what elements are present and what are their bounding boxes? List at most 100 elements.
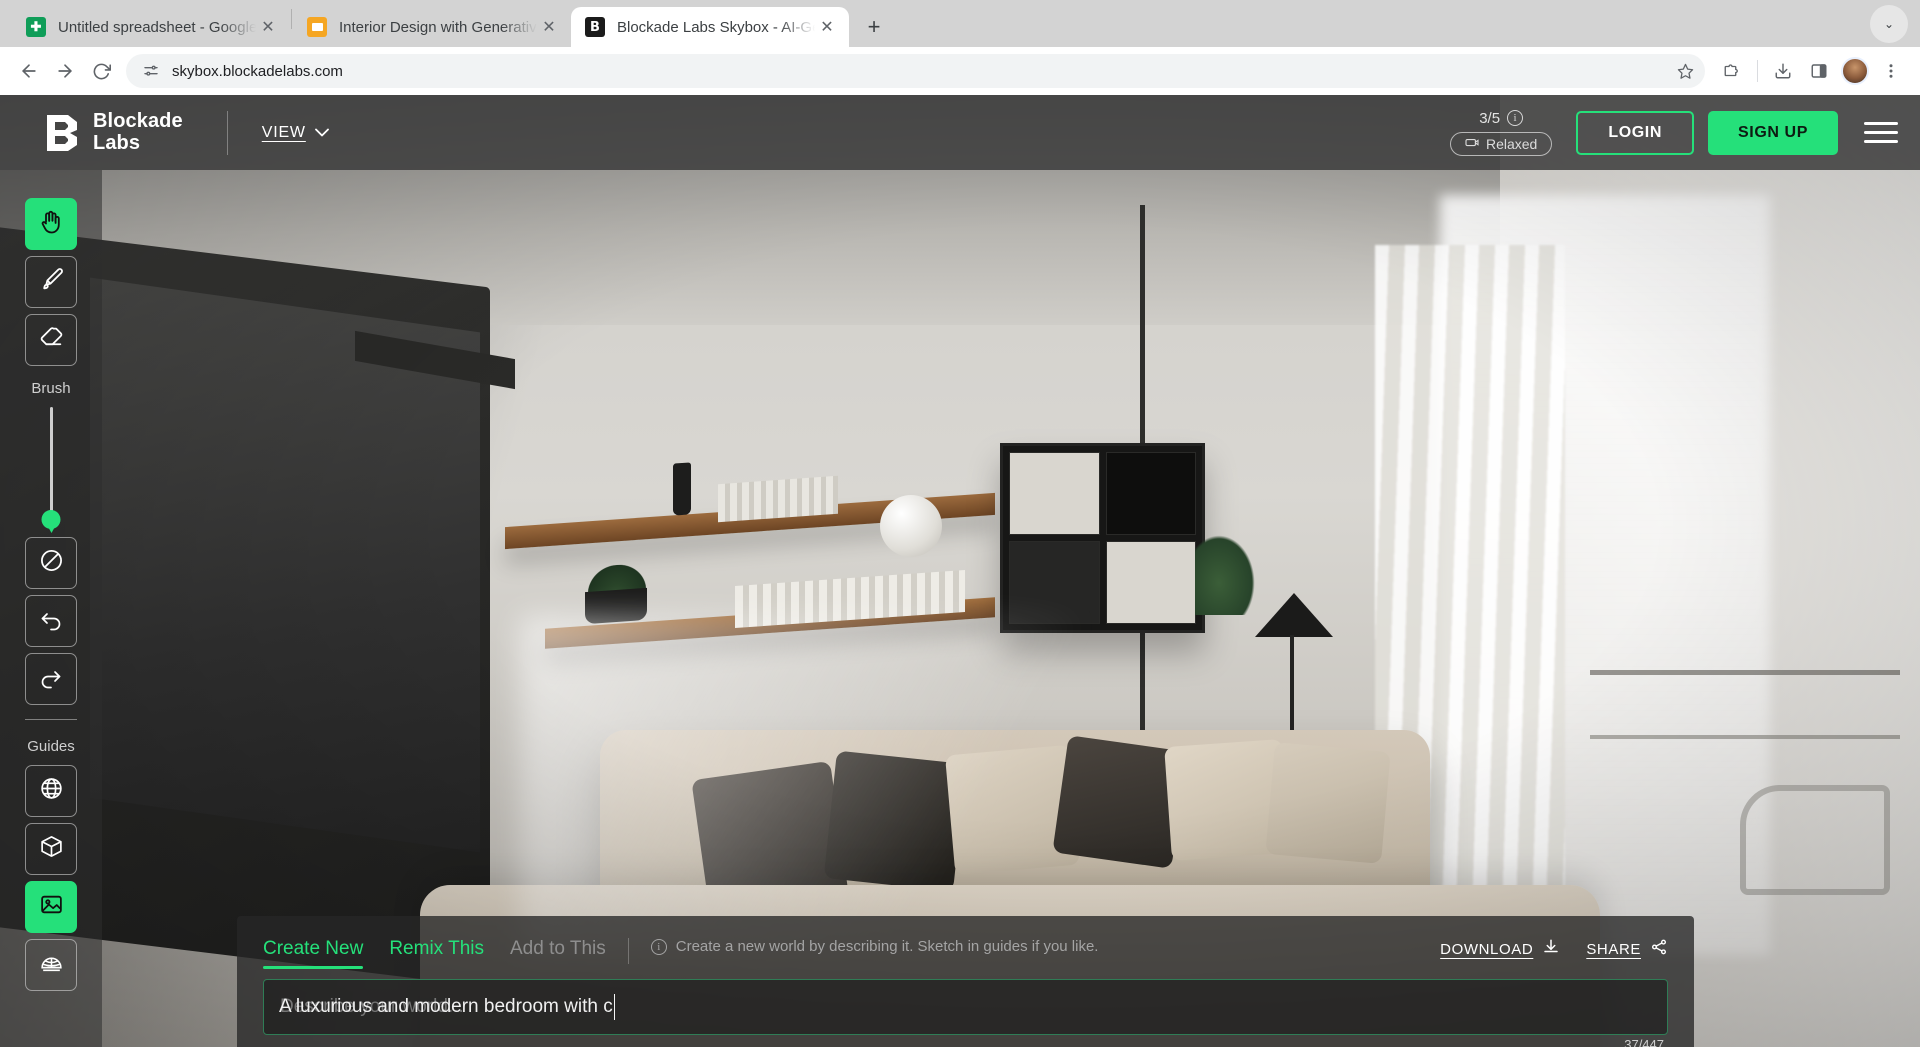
tab-remix-this[interactable]: Remix This (389, 938, 484, 969)
tab-title: Interior Design with Generative AI (339, 19, 537, 36)
window-minimize-button[interactable]: ⌄ (1870, 5, 1908, 43)
browser-toolbar: skybox.blockadelabs.com (0, 47, 1920, 95)
url-text: skybox.blockadelabs.com (172, 63, 1663, 80)
speed-icon (1465, 136, 1479, 152)
tab-close-icon[interactable]: ✕ (537, 15, 561, 39)
dome-guide[interactable] (25, 939, 77, 991)
paintbrush-icon (39, 267, 64, 297)
forward-arrow-icon[interactable] (48, 54, 82, 88)
slider-track (50, 407, 53, 517)
brush-size-label: Brush (31, 380, 70, 397)
side-panel-icon[interactable] (1802, 54, 1836, 88)
hamburger-bar (1864, 140, 1898, 143)
login-button[interactable]: LOGIN (1576, 111, 1694, 155)
orange-square-icon (307, 17, 327, 37)
slider-knob[interactable] (42, 510, 61, 529)
tab-create-new[interactable]: Create New (263, 938, 363, 969)
brush-tool[interactable] (25, 256, 77, 308)
address-bar[interactable]: skybox.blockadelabs.com (126, 54, 1705, 88)
view-label: VIEW (262, 124, 306, 142)
browser-tab-3[interactable]: Blockade Labs Skybox - AI-Generated 360 … (571, 7, 849, 47)
redo-tool[interactable] (25, 653, 77, 705)
signup-button[interactable]: SIGN UP (1708, 111, 1838, 155)
clear-tool[interactable] (25, 537, 77, 589)
three-dot-menu-icon[interactable] (1874, 54, 1908, 88)
back-arrow-icon[interactable] (12, 54, 46, 88)
cube-guide[interactable] (25, 823, 77, 875)
sphere-guide[interactable] (25, 765, 77, 817)
globe-icon (39, 776, 64, 806)
star-icon[interactable] (1671, 57, 1699, 85)
no-entry-icon (39, 548, 64, 578)
toolbar-separator (1757, 60, 1758, 82)
new-tab-button[interactable]: + (857, 10, 891, 44)
download-icon (1542, 938, 1560, 960)
view-dropdown[interactable]: VIEW (262, 124, 329, 142)
prompt-panel: Create New Remix This Add to This i Crea… (237, 916, 1694, 1047)
share-button[interactable]: SHARE (1586, 938, 1668, 960)
tab-title: Untitled spreadsheet - Google Sheets (58, 19, 256, 36)
brand-line-2: Labs (93, 132, 140, 154)
hamburger-menu-icon[interactable] (1864, 122, 1898, 143)
app-header: Blockade Labs VIEW 3/5 i Relaxed (0, 95, 1920, 170)
chevron-down-icon (315, 124, 329, 142)
site-settings-icon[interactable] (138, 58, 164, 84)
share-label: SHARE (1586, 941, 1641, 958)
cube-icon (39, 834, 64, 864)
undo-arrow-icon (39, 607, 63, 636)
undo-tool[interactable] (25, 595, 77, 647)
credits-row: 3/5 i (1479, 110, 1523, 127)
rail-divider (25, 719, 77, 720)
puzzle-icon[interactable] (1715, 54, 1749, 88)
tab-title: Blockade Labs Skybox - AI-Generated 360 (617, 19, 815, 36)
credits-indicator: 3/5 i Relaxed (1450, 110, 1552, 156)
browser-tab-1[interactable]: Untitled spreadsheet - Google Sheets ✕ (12, 7, 290, 47)
blockade-b-icon (44, 113, 80, 153)
skybox-app: Blockade Labs VIEW 3/5 i Relaxed (0, 95, 1920, 1047)
prompt-hint-text: Create a new world by describing it. Ske… (676, 938, 1099, 955)
brand-logo[interactable]: Blockade Labs (44, 111, 183, 154)
tab-close-icon[interactable]: ✕ (815, 15, 839, 39)
brush-size-slider[interactable] (25, 407, 77, 537)
brand-line-1: Blockade (93, 110, 183, 132)
reload-icon[interactable] (84, 54, 118, 88)
eraser-tool[interactable] (25, 314, 77, 366)
tab-add-to-this[interactable]: Add to This (510, 938, 606, 969)
info-icon[interactable]: i (1507, 110, 1523, 126)
info-icon: i (651, 939, 667, 955)
download-button[interactable]: DOWNLOAD (1440, 938, 1560, 960)
prompt-input[interactable] (263, 979, 1668, 1035)
prompt-mode-tabs: Create New Remix This Add to This (263, 938, 606, 969)
tab-separator (291, 9, 292, 29)
avatar[interactable] (1841, 57, 1869, 85)
hamburger-bar (1864, 122, 1898, 125)
brand-name: Blockade Labs (93, 111, 183, 154)
credits-count: 3/5 (1479, 110, 1500, 127)
scene-vignette (0, 95, 1920, 1047)
hand-icon (39, 209, 63, 240)
skybox-preview-canvas[interactable] (0, 95, 1920, 1047)
image-guide[interactable] (25, 881, 77, 933)
download-icon[interactable] (1766, 54, 1800, 88)
redo-arrow-icon (39, 665, 63, 694)
character-counter: 37/447 (1624, 1037, 1664, 1047)
eraser-icon (39, 325, 64, 355)
prompt-hint: i Create a new world by describing it. S… (651, 938, 1099, 955)
guides-label: Guides (27, 738, 75, 755)
google-sheets-icon (26, 17, 46, 37)
mode-label: Relaxed (1486, 136, 1537, 152)
image-icon (39, 892, 64, 922)
dome-grid-icon (39, 950, 64, 980)
header-divider (227, 111, 228, 155)
mode-badge[interactable]: Relaxed (1450, 132, 1552, 156)
browser-chrome: Untitled spreadsheet - Google Sheets ✕ I… (0, 0, 1920, 95)
blockade-labs-icon (585, 17, 605, 37)
prompt-input-row: A luxurious and modern bedroom with c 37… (263, 979, 1668, 1035)
download-label: DOWNLOAD (1440, 941, 1533, 958)
pan-hand-tool[interactable] (25, 198, 77, 250)
browser-tab-2[interactable]: Interior Design with Generative AI ✕ (293, 7, 571, 47)
tab-close-icon[interactable]: ✕ (256, 15, 280, 39)
left-toolbar: Brush Guides (0, 170, 102, 1047)
prompt-panel-header: Create New Remix This Add to This i Crea… (263, 938, 1668, 969)
panel-divider (628, 938, 629, 964)
